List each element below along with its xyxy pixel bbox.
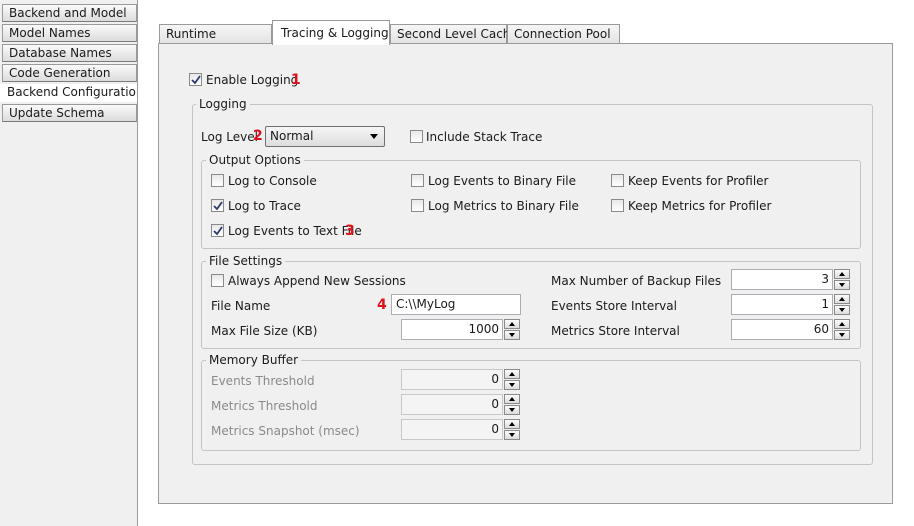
spin-up-icon[interactable] <box>504 319 520 329</box>
file-name-input[interactable]: C:\\MyLog <box>391 294 521 315</box>
spin-up-icon[interactable] <box>834 269 850 279</box>
callout-marker-4: 4 <box>377 297 387 313</box>
always-append-label: Always Append New Sessions <box>228 274 406 288</box>
spin-down-icon[interactable] <box>504 430 520 440</box>
log-metrics-binary-file-checkbox[interactable] <box>411 199 424 212</box>
metrics-store-interval-label: Metrics Store Interval <box>551 324 680 338</box>
max-file-size-spinner[interactable] <box>504 319 520 340</box>
spin-down-icon[interactable] <box>504 405 520 415</box>
callout-marker-1: 1 <box>291 72 301 88</box>
metrics-snapshot-spinner[interactable] <box>504 419 520 440</box>
callout-marker-3: 3 <box>345 223 355 239</box>
events-store-interval-label: Events Store Interval <box>551 299 677 313</box>
nav-item-backend-configuration[interactable]: Backend Configuration <box>0 84 144 102</box>
log-level-label: Log Level <box>201 130 258 144</box>
tab-runtime[interactable]: Runtime <box>159 24 272 44</box>
left-nav: Backend and Model Model Names Database N… <box>0 0 144 526</box>
max-backup-files-spinner[interactable] <box>834 269 850 290</box>
checkmark-icon <box>212 225 223 235</box>
spin-down-icon[interactable] <box>504 330 520 340</box>
log-to-trace-checkbox[interactable] <box>211 199 224 212</box>
spin-down-icon[interactable] <box>834 280 850 290</box>
tab-connection-pool[interactable]: Connection Pool <box>507 24 620 44</box>
log-events-text-file-checkbox[interactable] <box>211 224 224 237</box>
keep-metrics-profiler-checkbox[interactable] <box>611 199 624 212</box>
always-append-checkbox[interactable] <box>211 274 224 287</box>
nav-item-backend-and-model[interactable]: Backend and Model <box>2 4 137 22</box>
events-threshold-spinner[interactable] <box>504 369 520 390</box>
metrics-threshold-input[interactable]: 0 <box>401 394 503 415</box>
metrics-store-interval-spinner[interactable] <box>834 319 850 340</box>
log-to-trace-label: Log to Trace <box>228 199 301 213</box>
spin-up-icon[interactable] <box>504 419 520 429</box>
log-events-binary-file-checkbox[interactable] <box>411 174 424 187</box>
keep-events-profiler-label: Keep Events for Profiler <box>628 174 769 188</box>
spin-up-icon[interactable] <box>504 369 520 379</box>
metrics-store-interval-input[interactable]: 60 <box>731 319 833 340</box>
events-store-interval-spinner[interactable] <box>834 294 850 315</box>
include-stack-trace-checkbox[interactable] <box>410 130 423 143</box>
include-stack-trace-label: Include Stack Trace <box>426 130 543 144</box>
max-file-size-label: Max File Size (KB) <box>211 324 318 338</box>
metrics-threshold-label: Metrics Threshold <box>211 399 318 413</box>
file-name-label: File Name <box>211 299 271 313</box>
nav-item-database-names[interactable]: Database Names <box>2 44 137 62</box>
max-backup-files-input[interactable]: 3 <box>731 269 833 290</box>
memory-buffer-title: Memory Buffer <box>206 353 302 367</box>
enable-logging-checkbox[interactable] <box>189 73 202 86</box>
logging-group-title: Logging <box>196 97 250 111</box>
keep-events-profiler-checkbox[interactable] <box>611 174 624 187</box>
spin-down-icon[interactable] <box>834 330 850 340</box>
events-threshold-label: Events Threshold <box>211 374 315 388</box>
log-events-text-file-label: Log Events to Text File <box>228 224 362 238</box>
checkmark-icon <box>212 200 223 210</box>
max-backup-files-label: Max Number of Backup Files <box>551 274 722 288</box>
log-events-binary-file-label: Log Events to Binary File <box>428 174 577 188</box>
spin-up-icon[interactable] <box>834 294 850 304</box>
metrics-snapshot-label: Metrics Snapshot (msec) <box>211 424 360 438</box>
keep-metrics-profiler-label: Keep Metrics for Profiler <box>628 199 772 213</box>
tab-tracing-logging[interactable]: Tracing & Logging <box>272 20 390 45</box>
nav-item-code-generation[interactable]: Code Generation <box>2 64 137 82</box>
enable-logging-label: Enable Logging <box>206 73 299 87</box>
log-level-dropdown[interactable]: Normal <box>265 126 385 147</box>
tab-second-level-cache[interactable]: Second Level Cache <box>390 24 518 44</box>
events-store-interval-input[interactable]: 1 <box>731 294 833 315</box>
nav-item-update-schema[interactable]: Update Schema <box>2 104 137 122</box>
callout-marker-2: 2 <box>253 128 263 144</box>
spin-up-icon[interactable] <box>504 394 520 404</box>
checkmark-icon <box>190 74 201 84</box>
log-to-console-label: Log to Console <box>228 174 317 188</box>
file-settings-title: File Settings <box>206 254 286 268</box>
max-file-size-input[interactable]: 1000 <box>401 319 503 340</box>
log-to-console-checkbox[interactable] <box>211 174 224 187</box>
events-threshold-input[interactable]: 0 <box>401 369 503 390</box>
log-metrics-binary-file-label: Log Metrics to Binary File <box>428 199 579 213</box>
output-options-title: Output Options <box>206 153 304 167</box>
log-level-value: Normal <box>270 129 314 143</box>
metrics-snapshot-input[interactable]: 0 <box>401 419 503 440</box>
metrics-threshold-spinner[interactable] <box>504 394 520 415</box>
nav-item-model-names[interactable]: Model Names <box>2 24 137 42</box>
chevron-down-icon <box>370 134 378 139</box>
spin-up-icon[interactable] <box>834 319 850 329</box>
spin-down-icon[interactable] <box>504 380 520 390</box>
spin-down-icon[interactable] <box>834 305 850 315</box>
